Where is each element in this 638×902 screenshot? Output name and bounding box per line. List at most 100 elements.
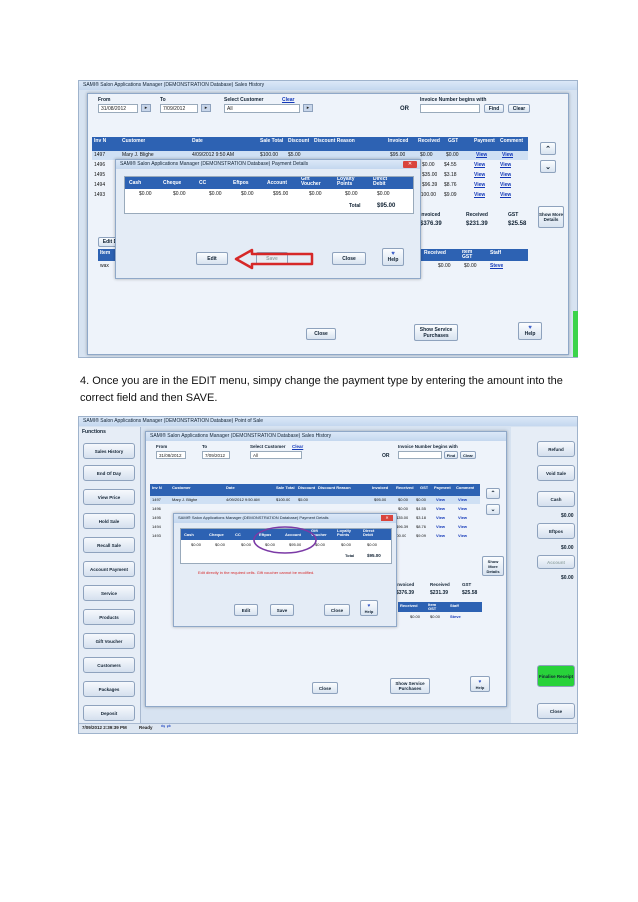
show-service-purchases-button[interactable]: Show Service Purchases <box>390 678 430 694</box>
clear-customer-link[interactable]: Clear <box>282 97 295 103</box>
direct-debit-value[interactable]: $0.00 <box>377 191 390 197</box>
cc-value[interactable]: $0.00 <box>209 191 222 197</box>
comment-view-link[interactable]: View <box>458 506 467 511</box>
payment-view-link[interactable]: View <box>474 172 485 178</box>
table-row[interactable]: $96.39 $8.76 View View <box>418 181 528 190</box>
cash-value[interactable]: $0.00 <box>191 542 201 547</box>
detail-row[interactable]: $0.00 $0.00 Steve <box>420 262 528 271</box>
table-row[interactable]: $35.00 $3.18 View View <box>418 171 528 180</box>
payment-view-link[interactable]: View <box>474 192 485 198</box>
payment-view-link[interactable]: View <box>476 152 487 158</box>
comment-view-link[interactable]: View <box>500 192 511 198</box>
gift-voucher-value[interactable]: $0.00 <box>309 191 322 197</box>
from-date-field[interactable]: 31/08/2012 <box>156 451 186 459</box>
show-service-purchases-button[interactable]: Show Service Purchases <box>414 324 458 341</box>
table-row[interactable]: 1496 1495 1494 1493 <box>92 161 112 201</box>
scroll-up-icon[interactable]: ⌃ <box>486 488 500 499</box>
clear-button[interactable]: Clear <box>508 104 530 113</box>
table-row[interactable]: $0.00 $4.55 View View <box>418 161 528 170</box>
payment-view-link[interactable]: View <box>436 533 445 538</box>
eftpos-value[interactable]: $0.00 <box>241 191 254 197</box>
comment-view-link[interactable]: View <box>500 162 511 168</box>
cheque-value[interactable]: $0.00 <box>173 191 186 197</box>
show-more-details-button[interactable]: Show More Details <box>482 556 504 576</box>
table-row[interactable]: 1496 1495 1494 1493 <box>150 505 166 541</box>
end-of-day-button[interactable]: End Of Day <box>83 465 135 481</box>
payment-values-row[interactable]: $0.00 $0.00 $0.00 $0.00 $95.00 $0.00 $0.… <box>125 190 413 199</box>
customer-select[interactable]: All <box>250 451 302 459</box>
calendar-icon[interactable]: ▸ <box>141 104 151 112</box>
detail-row[interactable]: $0.00 $0.00 Steve <box>398 613 482 621</box>
close-button[interactable]: Close <box>312 682 338 694</box>
scroll-up-icon[interactable]: ⌃ <box>540 142 556 155</box>
payment-view-link[interactable]: View <box>436 497 445 502</box>
payment-view-link[interactable]: View <box>474 182 485 188</box>
clear-customer-link[interactable]: Clear <box>292 444 303 449</box>
find-button[interactable]: Find <box>484 104 504 113</box>
scroll-down-icon[interactable]: ⌄ <box>486 504 500 515</box>
from-date-field[interactable]: 31/08/2012 <box>98 104 138 113</box>
show-more-details-button[interactable]: Show More Details <box>538 206 564 228</box>
comment-view-link[interactable]: View <box>502 152 513 158</box>
view-price-button[interactable]: View Price <box>83 489 135 505</box>
pos-close-button[interactable]: Close <box>537 703 575 719</box>
table-row[interactable]: $100.00 $9.09 View View <box>418 191 528 200</box>
invoice-input[interactable] <box>398 451 442 459</box>
close-icon[interactable]: ✕ <box>381 515 393 521</box>
packages-button[interactable]: Packages <box>83 681 135 697</box>
cash-button[interactable]: Cash <box>537 491 575 507</box>
scroll-down-icon[interactable]: ⌄ <box>540 160 556 173</box>
help-button[interactable]: ♥ Help <box>518 322 542 340</box>
payment-view-link[interactable]: View <box>474 162 485 168</box>
to-date-field[interactable]: 7/09/2012 <box>160 104 198 113</box>
help-button[interactable]: ♥ Help <box>470 676 490 692</box>
comment-view-link[interactable]: View <box>458 515 467 520</box>
comment-view-link[interactable]: View <box>458 524 467 529</box>
cash-value[interactable]: $0.00 <box>139 191 152 197</box>
staff-link[interactable]: Steve <box>490 263 503 269</box>
comment-view-link[interactable]: View <box>500 172 511 178</box>
deposit-button[interactable]: Deposit <box>83 705 135 721</box>
find-button[interactable]: Find <box>444 451 458 459</box>
gift-voucher-button[interactable]: Gift Voucher <box>83 633 135 649</box>
recall-sale-button[interactable]: Recall Sale <box>83 537 135 553</box>
loyalty-points-value[interactable]: $0.00 <box>341 542 351 547</box>
account-payment-button[interactable]: Account Payment <box>83 561 135 577</box>
direct-debit-value[interactable]: $0.00 <box>367 542 377 547</box>
close-button[interactable]: Close <box>324 604 350 616</box>
edit-button[interactable]: Edit <box>234 604 258 616</box>
sales-history-button[interactable]: Sales History <box>83 443 135 459</box>
account-value[interactable]: $95.00 <box>273 191 288 197</box>
products-button[interactable]: Products <box>83 609 135 625</box>
cheque-value[interactable]: $0.00 <box>215 542 225 547</box>
close-icon[interactable]: ✕ <box>403 161 417 168</box>
payment-view-link[interactable]: View <box>436 524 445 529</box>
dropdown-icon[interactable]: ▸ <box>303 104 313 112</box>
loyalty-points-value[interactable]: $0.00 <box>345 191 358 197</box>
payment-view-link[interactable]: View <box>436 506 445 511</box>
close-button[interactable]: Close <box>306 328 336 340</box>
invoice-input[interactable] <box>420 104 480 113</box>
comment-view-link[interactable]: View <box>458 533 467 538</box>
payment-view-link[interactable]: View <box>436 515 445 520</box>
hold-sale-button[interactable]: Hold Sale <box>83 513 135 529</box>
comment-view-link[interactable]: View <box>458 497 467 502</box>
finalise-receipt-button[interactable]: Finalise Receipt <box>537 665 575 687</box>
table-row[interactable]: $0.00 $4.55 View View $35.00 $3.18 View … <box>392 505 480 541</box>
save-button[interactable]: Save <box>270 604 294 616</box>
staff-link[interactable]: Steve <box>450 614 461 619</box>
customers-button[interactable]: Customers <box>83 657 135 673</box>
account-button[interactable]: Account <box>537 555 575 569</box>
service-button[interactable]: Service <box>83 585 135 601</box>
help-button[interactable]: ♥ Help <box>382 248 404 266</box>
calendar-icon[interactable]: ▸ <box>201 104 211 112</box>
edit-button[interactable]: Edit <box>196 252 228 265</box>
refund-button[interactable]: Refund <box>537 441 575 457</box>
help-button[interactable]: ♥ Help <box>360 600 378 616</box>
cc-value[interactable]: $0.00 <box>241 542 251 547</box>
customer-select[interactable]: All <box>224 104 300 113</box>
table-row[interactable]: 1497 Mary J. Blighe 4/09/2012 9:50 AM $1… <box>150 496 480 504</box>
comment-view-link[interactable]: View <box>500 182 511 188</box>
clear-button[interactable]: Clear <box>460 451 476 459</box>
close-button[interactable]: Close <box>332 252 366 265</box>
